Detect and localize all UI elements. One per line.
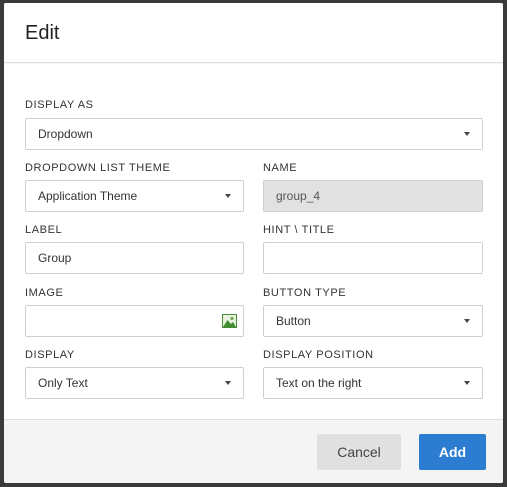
dialog-header: Edit xyxy=(4,3,503,63)
dialog-footer: Cancel Add xyxy=(4,421,503,483)
chevron-down-icon xyxy=(464,319,470,323)
label-value: Group xyxy=(38,251,72,265)
image-label: IMAGE xyxy=(25,287,64,299)
display-label: DISPLAY xyxy=(25,349,75,361)
dialog-body: DISPLAY AS Dropdown DROPDOWN LIST THEME … xyxy=(4,64,503,420)
dropdown-list-theme-value: Application Theme xyxy=(38,189,138,203)
chevron-down-icon xyxy=(225,381,231,385)
cancel-button[interactable]: Cancel xyxy=(317,434,401,470)
dropdown-list-theme-select[interactable]: Application Theme xyxy=(25,180,244,212)
chevron-down-icon xyxy=(225,194,231,198)
name-label: NAME xyxy=(263,162,298,174)
dropdown-list-theme-label: DROPDOWN LIST THEME xyxy=(25,162,171,174)
display-as-value: Dropdown xyxy=(38,127,93,141)
display-position-label: DISPLAY POSITION xyxy=(263,349,374,361)
add-button[interactable]: Add xyxy=(419,434,486,470)
button-type-select[interactable]: Button xyxy=(263,305,483,337)
label-input[interactable]: Group xyxy=(25,242,244,274)
edit-dialog: Edit DISPLAY AS Dropdown DROPDOWN LIST T… xyxy=(4,3,503,483)
image-icon[interactable] xyxy=(222,314,237,328)
label-field-label: LABEL xyxy=(25,224,63,236)
display-position-select[interactable]: Text on the right xyxy=(263,367,483,399)
hint-title-input[interactable] xyxy=(263,242,483,274)
display-as-select[interactable]: Dropdown xyxy=(25,118,483,150)
display-position-value: Text on the right xyxy=(276,376,362,390)
hint-title-label: HINT \ TITLE xyxy=(263,224,335,236)
display-value: Only Text xyxy=(38,376,88,390)
image-input[interactable] xyxy=(25,305,244,337)
name-input: group_4 xyxy=(263,180,483,212)
button-type-value: Button xyxy=(276,314,311,328)
dialog-title: Edit xyxy=(25,22,60,44)
display-as-label: DISPLAY AS xyxy=(25,99,94,111)
chevron-down-icon xyxy=(464,381,470,385)
chevron-down-icon xyxy=(464,132,470,136)
name-value: group_4 xyxy=(276,189,321,203)
display-select[interactable]: Only Text xyxy=(25,367,244,399)
button-type-label: BUTTON TYPE xyxy=(263,287,347,299)
